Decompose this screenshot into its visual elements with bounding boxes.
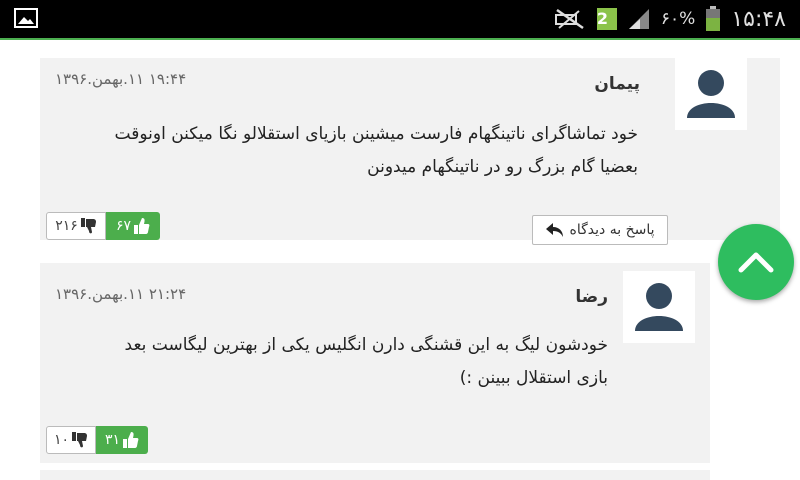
user-avatar-icon [635,283,683,331]
comment-text-line: خود تماشاگرای ناتینگهام فارست میشینن باز… [114,124,638,144]
like-button[interactable]: ۶۷ [106,212,160,240]
signal-icon [628,9,649,29]
scroll-top-button[interactable] [718,224,794,300]
dislike-button[interactable]: ۲۱۶ [46,212,106,240]
comments-section: پیمان ۱۹:۴۴ ۱۱.بهمن.۱۳۹۶ خود تماشاگرای ن… [24,40,784,480]
comment-text-line: خودشون لیگ به این قشنگی دارن انگلیس یکی … [124,335,608,355]
gallery-icon [14,8,38,28]
comment-text: خود تماشاگرای ناتینگهام فارست میشینن باز… [38,118,638,184]
comment-card [40,470,710,480]
reply-label: پاسخ به دیدگاه [569,222,655,238]
chevron-up-icon [738,252,774,273]
like-count: ۶۷ [115,218,132,234]
comment-text-line: بعضیا گام بزرگ رو در ناتینگهام میدونن [367,157,638,177]
notification-badge-icon: 2 [596,8,617,30]
battery-percent: ۶۰% [660,9,696,29]
comment-date: ۲۱:۲۴ ۱۱.بهمن.۱۳۹۶ [55,285,187,303]
dislike-button[interactable]: ۱۰ [46,426,96,454]
status-bar: 2 ۶۰% ۱۵:۴۸ [0,0,800,40]
avatar [623,271,695,343]
comment-author: رضا [575,287,608,307]
like-count: ۳۱ [104,432,121,448]
reply-icon [545,223,563,237]
avatar [675,58,747,130]
like-button[interactable]: ۳۱ [96,426,148,454]
reply-button[interactable]: پاسخ به دیدگاه [532,215,668,245]
status-icons: 2 ۶۰% ۱۵:۴۸ [545,0,786,38]
thumbs-down-icon [72,432,88,448]
comment-date: ۱۹:۴۴ ۱۱.بهمن.۱۳۹۶ [55,70,187,88]
comment-card: رضا ۲۱:۲۴ ۱۱.بهمن.۱۳۹۶ خودشون لیگ به این… [40,263,710,463]
vote-group: ۲۱۶ ۶۷ [46,212,160,240]
comment-author: پیمان [594,74,640,94]
dislike-count: ۱۰ [53,432,70,448]
thumbs-up-icon [123,432,139,448]
user-avatar-icon [687,70,735,118]
comment-text: خودشون لیگ به این قشنگی دارن انگلیس یکی … [48,329,608,395]
battery-icon [706,6,721,31]
clock: ۱۵:۴۸ [731,6,786,32]
comment-text-line: بازی استقلال ببینن :) [459,368,608,388]
thumbs-down-icon [80,218,96,234]
thumbs-up-icon [134,218,150,234]
vote-group: ۱۰ ۳۱ [46,426,148,454]
dislike-count: ۲۱۶ [55,218,78,234]
mute-icon [554,8,584,30]
